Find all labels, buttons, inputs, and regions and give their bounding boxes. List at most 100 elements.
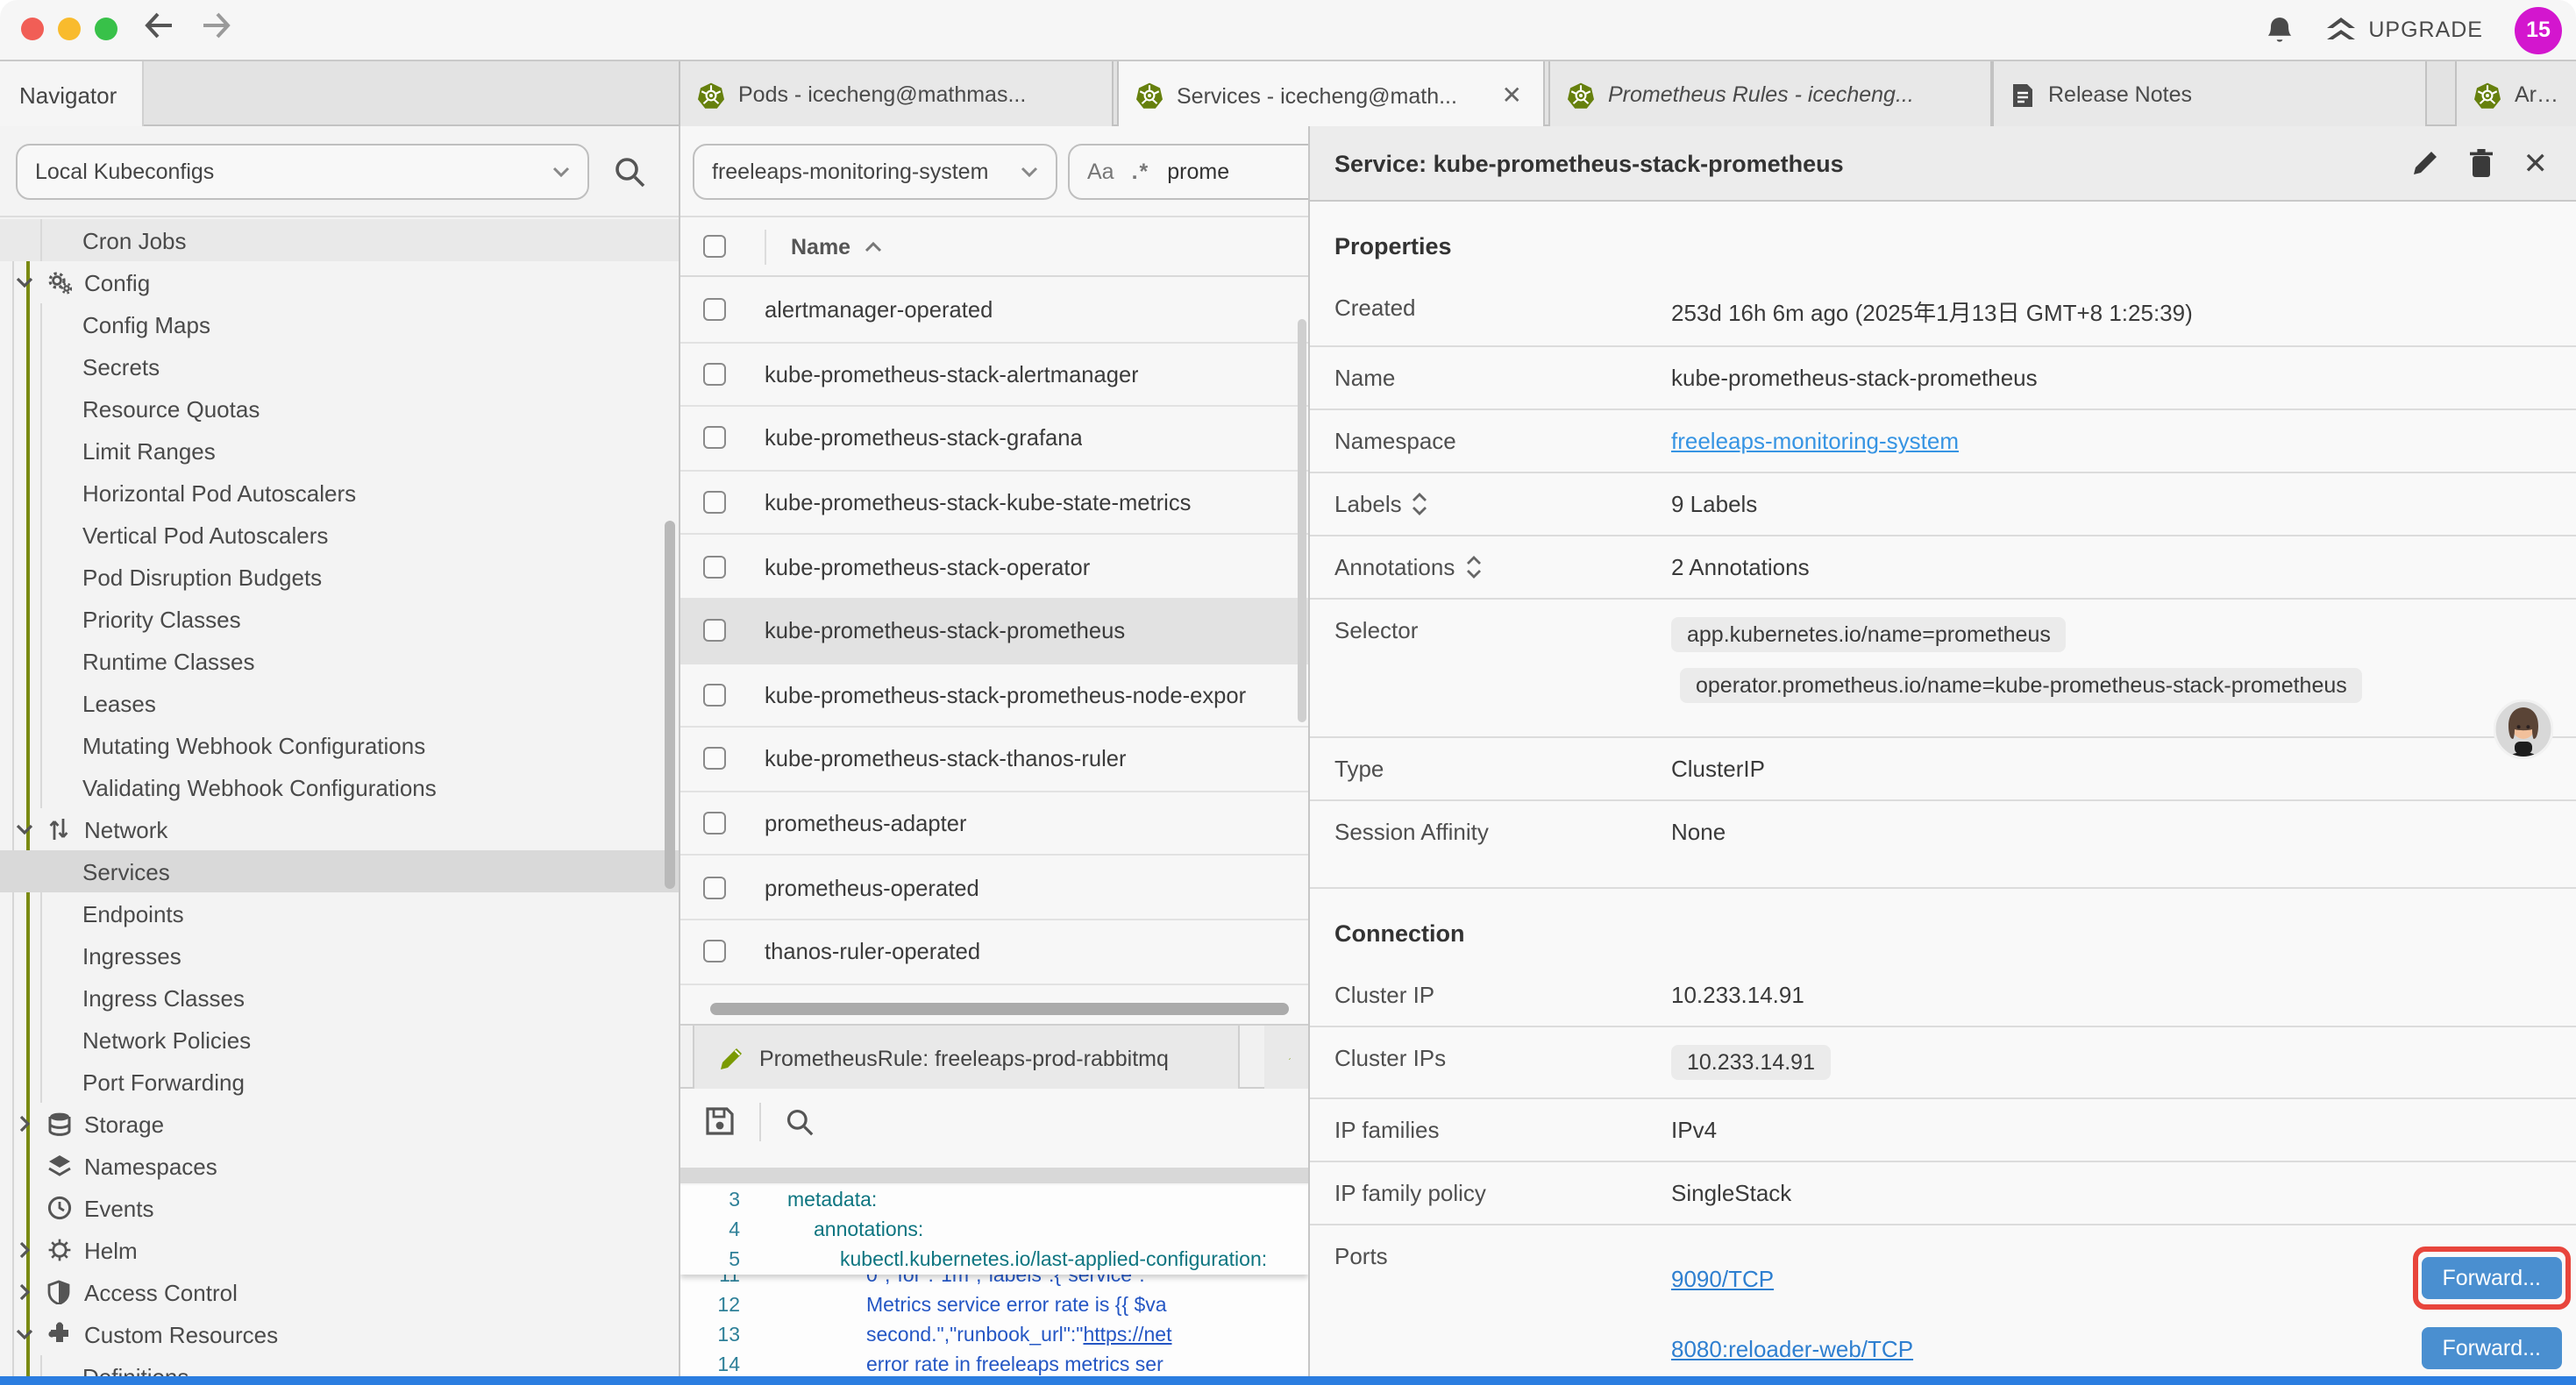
table-row[interactable]: prometheus-operated (680, 856, 1308, 920)
sidebar-item-secrets[interactable]: Secrets (0, 345, 679, 387)
match-case-toggle[interactable]: Aa (1087, 160, 1114, 184)
edit-button[interactable] (2411, 149, 2439, 177)
sidebar-item-horizontal-pod-autoscalers[interactable]: Horizontal Pod Autoscalers (0, 472, 679, 514)
code-editor[interactable]: 3metadata:4annotations:5kubectl.kubernet… (680, 1185, 1308, 1385)
row-checkbox[interactable] (703, 555, 726, 578)
sidebar-item-events[interactable]: Events (0, 1187, 679, 1229)
chevron-right-icon[interactable] (14, 1115, 33, 1133)
app-tab[interactable]: Release Notes (1992, 61, 2427, 128)
port-link[interactable]: 8080:reloader-web/TCP (1671, 1335, 1913, 1361)
table-row[interactable]: kube-prometheus-stack-prometheus (680, 600, 1308, 664)
sidebar-item-mutating-webhook-configurations[interactable]: Mutating Webhook Configurations (0, 724, 679, 766)
sidebar-item-services[interactable]: Services (0, 850, 679, 892)
sidebar-item-cron-jobs[interactable]: Cron Jobs (0, 219, 679, 261)
sidebar-item-limit-ranges[interactable]: Limit Ranges (0, 430, 679, 472)
sidebar-item-runtime-classes[interactable]: Runtime Classes (0, 640, 679, 682)
notifications-bell-icon[interactable] (2265, 15, 2293, 45)
row-checkbox[interactable] (703, 940, 726, 962)
port-link[interactable]: 9090/TCP (1671, 1265, 1774, 1291)
kubeconfig-select[interactable]: Local Kubeconfigs (16, 144, 589, 200)
sidebar-item-namespaces[interactable]: Namespaces (0, 1145, 679, 1187)
table-row[interactable]: kube-prometheus-stack-kube-state-metrics (680, 472, 1308, 536)
table-row[interactable]: prometheus-adapter (680, 792, 1308, 856)
table-row[interactable]: thanos-ruler-operated (680, 920, 1308, 984)
editor-scroll-strip[interactable] (680, 1168, 1308, 1183)
namespace-select[interactable]: freeleaps-monitoring-system (693, 144, 1057, 200)
traffic-light-minimize-button[interactable] (58, 18, 81, 40)
sidebar-item-validating-webhook-configurations[interactable]: Validating Webhook Configurations (0, 766, 679, 808)
sidebar-item-port-forwarding[interactable]: Port Forwarding (0, 1061, 679, 1103)
table-row[interactable]: kube-prometheus-stack-grafana (680, 407, 1308, 471)
sidebar-search-icon[interactable] (614, 156, 645, 188)
table-row[interactable]: kube-prometheus-stack-operator (680, 536, 1308, 600)
table-row[interactable]: kube-prometheus-stack-thanos-ruler (680, 728, 1308, 792)
traffic-light-close-button[interactable] (21, 18, 44, 40)
upgrade-button[interactable]: UPGRADE (2324, 16, 2483, 44)
table-row[interactable]: kube-prometheus-stack-prometheus-node-ex… (680, 664, 1308, 728)
forward-icon[interactable] (202, 12, 231, 39)
chevron-right-icon[interactable] (14, 1283, 33, 1301)
sidebar-item-network-policies[interactable]: Network Policies (0, 1019, 679, 1061)
row-checkbox[interactable] (703, 812, 726, 835)
sidebar-item-ingresses[interactable]: Ingresses (0, 934, 679, 977)
app-tab[interactable]: Pods - icecheng@mathmas... (679, 61, 1114, 128)
sidebar-item-access-control[interactable]: Access Control (0, 1271, 679, 1313)
sidebar-item-priority-classes[interactable]: Priority Classes (0, 598, 679, 640)
save-icon[interactable] (705, 1106, 735, 1136)
regex-toggle[interactable]: .* (1132, 160, 1150, 184)
close-button[interactable]: ✕ (2523, 148, 2549, 178)
row-checkbox[interactable] (703, 748, 726, 771)
app-tab[interactable]: Prometheus Rules - icecheng... (1548, 61, 1992, 128)
close-tab-icon[interactable]: ✕ (1498, 81, 1526, 110)
sidebar-item-config-maps[interactable]: Config Maps (0, 303, 679, 345)
row-checkbox[interactable] (703, 299, 726, 322)
table-row[interactable]: kube-prometheus-stack-alertmanager (680, 343, 1308, 407)
app-tab[interactable]: Argo Se (2455, 61, 2576, 128)
sort-updown-icon[interactable] (1413, 493, 1428, 515)
sidebar-item-resource-quotas[interactable]: Resource Quotas (0, 387, 679, 430)
sidebar-item-vertical-pod-autoscalers[interactable]: Vertical Pod Autoscalers (0, 514, 679, 556)
user-avatar-badge[interactable]: 15 (2515, 6, 2562, 53)
row-checkbox[interactable] (703, 363, 726, 386)
sidebar-item-endpoints[interactable]: Endpoints (0, 892, 679, 934)
sidebar-item-ingress-classes[interactable]: Ingress Classes (0, 977, 679, 1019)
row-checkbox[interactable] (703, 427, 726, 450)
delete-button[interactable] (2469, 149, 2494, 177)
sidebar-item-helm[interactable]: Helm (0, 1229, 679, 1271)
row-checkbox[interactable] (703, 491, 726, 514)
app-tab[interactable]: Services - icecheng@math...✕ (1117, 61, 1545, 130)
assistant-avatar[interactable] (2494, 700, 2553, 759)
list-scrollbar[interactable] (1298, 319, 1306, 722)
sidebar-item-storage[interactable]: Storage (0, 1103, 679, 1145)
editor-tab[interactable]: PrometheusRule: freeleaps-prod-rabbitmq (693, 1026, 1240, 1090)
chevron-down-icon[interactable] (14, 277, 33, 288)
sort-updown-icon[interactable] (1465, 556, 1481, 579)
sidebar-scrollbar[interactable] (665, 521, 675, 889)
row-checkbox[interactable] (703, 876, 726, 898)
search-input[interactable]: Aa .* prome (1068, 144, 1308, 200)
forward-button[interactable]: Forward... (2421, 1327, 2562, 1369)
column-header-name[interactable]: Name (765, 229, 882, 264)
chevron-down-icon[interactable] (14, 824, 33, 835)
forward-button[interactable]: Forward... (2421, 1257, 2562, 1299)
back-icon[interactable] (144, 12, 174, 39)
tab-navigator[interactable]: Navigator (0, 61, 144, 128)
sidebar-item-custom-resources[interactable]: Custom Resources (0, 1313, 679, 1355)
traffic-light-zoom-button[interactable] (95, 18, 117, 40)
sidebar-item-leases[interactable]: Leases (0, 682, 679, 724)
list-horizontal-scrollbar[interactable] (710, 1003, 1289, 1015)
chevron-down-icon[interactable] (14, 1329, 33, 1339)
upgrade-label: UPGRADE (2368, 18, 2483, 42)
row-checkbox[interactable] (703, 684, 726, 707)
row-checkbox[interactable] (703, 620, 726, 643)
select-all-checkbox[interactable] (703, 235, 726, 258)
sidebar-item-pod-disruption-budgets[interactable]: Pod Disruption Budgets (0, 556, 679, 598)
editor-search-icon[interactable] (786, 1107, 814, 1135)
sidebar-item-config[interactable]: Config (0, 261, 679, 303)
sidebar-item-label: Config (84, 269, 150, 295)
editor-tab-partial[interactable] (1264, 1026, 1308, 1090)
table-row[interactable]: alertmanager-operated (680, 279, 1308, 343)
namespace-link[interactable]: freeleaps-monitoring-system (1671, 428, 1959, 454)
sidebar-item-network[interactable]: Network (0, 808, 679, 850)
chevron-right-icon[interactable] (14, 1241, 33, 1259)
